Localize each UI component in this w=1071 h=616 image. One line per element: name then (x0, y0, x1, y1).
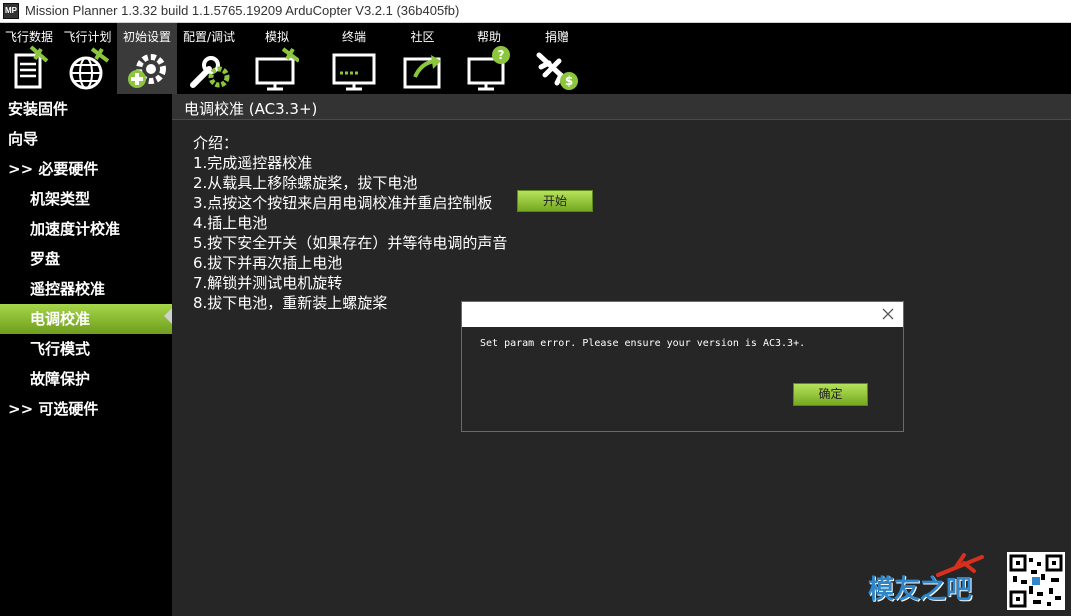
sidebar-item-install-firmware[interactable]: 安装固件 (0, 94, 172, 124)
dialog-title-bar (462, 302, 903, 327)
toolbar-flight-data[interactable]: 飞行数据 (0, 23, 58, 94)
help-monitor-icon: ? (467, 46, 510, 91)
toolbar-label: 飞行数据 (4, 30, 53, 44)
gear-plus-icon (128, 54, 166, 88)
toolbar-community[interactable]: 社区 (395, 23, 450, 94)
instruction-step: 1.完成遥控器校准 (193, 154, 313, 172)
start-esc-calibration-button[interactable]: 开始 (517, 190, 593, 212)
toolbar-label: 帮助 (476, 30, 501, 44)
toolbar-config-tuning[interactable]: 配置/调试 (177, 23, 241, 94)
watermark-text: 模友之吧 (868, 575, 973, 605)
toolbar-label: 模拟 (264, 30, 289, 44)
sidebar-item-failsafe[interactable]: 故障保护 (0, 364, 172, 394)
toolbar-label: 捐赠 (544, 30, 569, 44)
error-dialog: Set param error. Please ensure your vers… (461, 301, 904, 432)
sidebar-item-wizard[interactable]: 向导 (0, 124, 172, 154)
instruction-step: 6.拔下并再次插上电池 (193, 254, 343, 272)
sidebar-item-frame-type[interactable]: 机架类型 (0, 184, 172, 214)
toolbar-label: 飞行计划 (63, 30, 112, 44)
instruction-step: 8.拔下电池，重新装上螺旋桨 (193, 294, 388, 312)
sidebar-item-flight-modes[interactable]: 飞行模式 (0, 334, 172, 364)
page-header: 电调校准 (AC3.3+) (172, 94, 1071, 120)
sidebar-item-mandatory-hardware[interactable]: >> 必要硬件 (0, 154, 172, 184)
plane-dollar-icon: $ (536, 52, 578, 90)
toolbar-simulation[interactable]: 模拟 (241, 23, 313, 94)
site-watermark-logo: 模友之吧 (866, 553, 991, 611)
ok-button[interactable]: 确定 (793, 383, 868, 406)
document-icon (14, 45, 49, 89)
setup-sidebar: 安装固件 向导 >> 必要硬件 机架类型 加速度计校准 罗盘 遥控器校准 电调校… (0, 94, 172, 616)
svg-text:$: $ (565, 74, 573, 88)
instruction-step: 2.从载具上移除螺旋桨，拔下电池 (193, 174, 418, 192)
page-title: 电调校准 (AC3.3+) (184, 100, 318, 118)
sidebar-item-radio-calibration[interactable]: 遥控器校准 (0, 274, 172, 304)
toolbar-label: 终端 (341, 30, 366, 44)
close-icon[interactable] (879, 305, 897, 323)
svg-text:?: ? (498, 48, 505, 62)
selection-arrow-icon (164, 308, 172, 324)
instruction-step: 5.按下安全开关（如果存在）并等待电调的声音 (193, 234, 508, 252)
toolbar-donate[interactable]: 捐赠 $ (528, 23, 586, 94)
toolbar-label: 社区 (410, 30, 435, 44)
app-logo-icon: MP (3, 3, 19, 19)
qr-code-icon (1007, 552, 1065, 610)
instruction-step: 3.点按这个按钮来启用电调校准并重启控制板 (193, 194, 493, 212)
toolbar-label: 配置/调试 (182, 30, 236, 44)
intro-label: 介绍： (193, 134, 239, 152)
title-bar: MP Mission Planner 1.3.32 build 1.1.5765… (0, 0, 1071, 23)
main-toolbar: 飞行数据 飞行计划 初始设置 配置/调试 模拟 终端 社区 帮助 ? 捐赠 $ (0, 23, 1071, 94)
toolbar-terminal[interactable]: 终端 (313, 23, 395, 94)
sidebar-item-accel-calibration[interactable]: 加速度计校准 (0, 214, 172, 244)
dialog-message: Set param error. Please ensure your vers… (480, 338, 806, 349)
toolbar-flight-plan[interactable]: 飞行计划 (58, 23, 117, 94)
sidebar-item-optional-hardware[interactable]: >> 可选硬件 (0, 394, 172, 424)
wrench-gear-icon (190, 56, 230, 88)
monitor-plane-icon (255, 47, 299, 91)
toolbar-label: 初始设置 (122, 30, 171, 44)
instruction-step: 7.解锁并测试电机旋转 (193, 274, 343, 292)
sidebar-item-compass[interactable]: 罗盘 (0, 244, 172, 274)
window-title: Mission Planner 1.3.32 build 1.1.5765.19… (25, 3, 460, 18)
share-arrow-icon (403, 55, 441, 89)
instruction-step: 4.插上电池 (193, 214, 268, 232)
terminal-monitor-icon (332, 53, 376, 91)
globe-icon (69, 47, 109, 90)
toolbar-help[interactable]: 帮助 ? (450, 23, 528, 94)
sidebar-item-esc-calibration[interactable]: 电调校准 (0, 304, 172, 334)
toolbar-initial-setup[interactable]: 初始设置 (117, 23, 177, 94)
